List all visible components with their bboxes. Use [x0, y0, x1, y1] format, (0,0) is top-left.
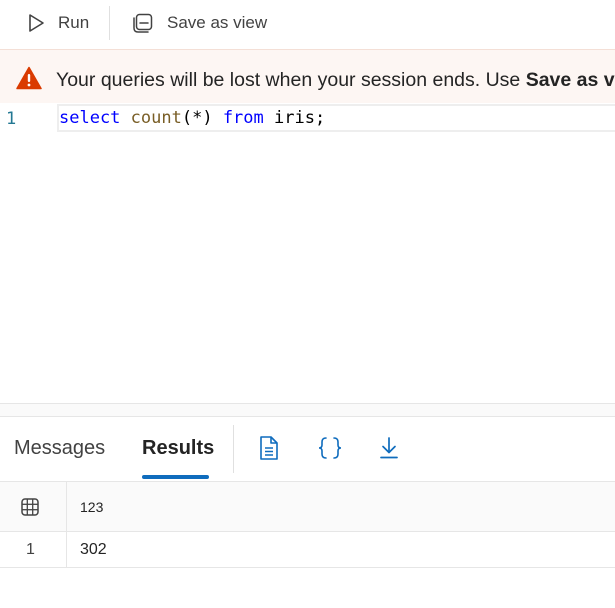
tab-results[interactable]: Results — [142, 437, 214, 460]
results-tabbar: Messages Results — [0, 417, 615, 481]
tabs-divider — [233, 425, 234, 473]
session-warning-banner: Your queries will be lost when your sess… — [0, 49, 615, 104]
braces-icon[interactable] — [317, 435, 343, 461]
banner-message-text: Your queries will be lost when your sess… — [56, 69, 526, 91]
grid-column-divider — [66, 481, 67, 568]
query-editor[interactable]: 1 select count(*) from iris; — [0, 103, 615, 403]
code-keyword-from: from — [222, 108, 264, 128]
table-row[interactable]: 1 302 — [0, 532, 615, 568]
play-icon — [24, 11, 48, 35]
cell-value[interactable]: 302 — [80, 541, 107, 559]
warning-icon — [16, 66, 42, 90]
toolbar-divider — [109, 6, 110, 40]
line-number: 1 — [6, 109, 17, 129]
code-function-count: count — [130, 108, 182, 128]
code-args: (*) — [181, 108, 223, 128]
save-as-view-icon — [131, 11, 155, 35]
tab-messages[interactable]: Messages — [14, 437, 105, 460]
code-keyword-select: select — [59, 108, 121, 128]
pane-splitter[interactable] — [0, 403, 615, 417]
banner-message-bold: Save as view — [525, 69, 615, 91]
download-icon[interactable] — [376, 435, 402, 461]
run-button[interactable]: Run — [24, 5, 89, 41]
toolbar: Run Save as view — [0, 0, 615, 47]
code-line[interactable]: select count(*) from iris; — [57, 104, 615, 132]
save-as-view-label: Save as view — [167, 13, 268, 32]
banner-message: Your queries will be lost when your sess… — [56, 69, 615, 92]
run-label: Run — [58, 13, 90, 32]
save-as-view-button[interactable]: Save as view — [131, 5, 267, 41]
document-icon[interactable] — [256, 435, 282, 461]
grid-header: 123 — [0, 481, 615, 532]
row-number: 1 — [26, 541, 35, 558]
table-icon[interactable] — [20, 497, 40, 517]
active-tab-indicator — [142, 475, 209, 479]
column-header[interactable]: 123 — [80, 499, 103, 515]
code-table-name: iris; — [263, 108, 326, 128]
